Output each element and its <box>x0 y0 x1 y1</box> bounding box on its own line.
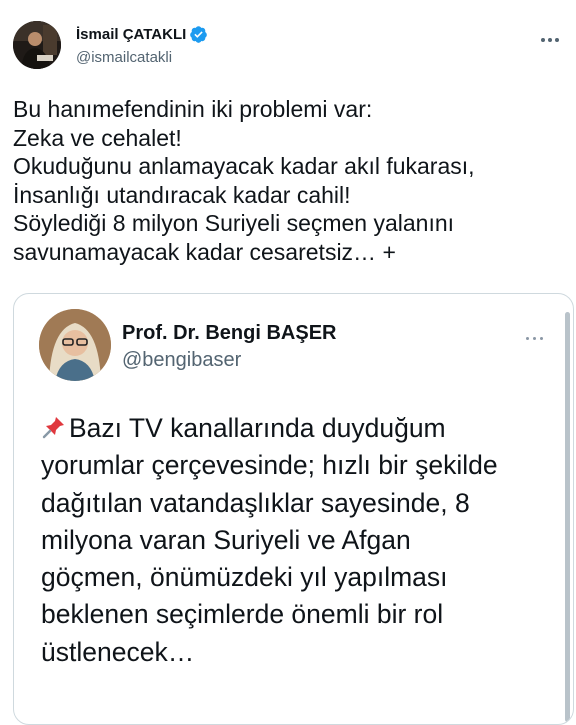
quoted-line: dağıtılan vatandaşlıklar sayesinde, 8 <box>41 487 470 518</box>
quoted-line: beklenen seçimlerde önemli bir rol <box>41 599 444 630</box>
tweet-line: Okuduğunu anlamayacak kadar akıl fukaras… <box>13 153 475 179</box>
quoted-line: üstlenecek… <box>41 636 195 667</box>
author-display-name[interactable]: İsmail ÇATAKLI <box>76 26 186 43</box>
author-name-row: İsmail ÇATAKLI <box>76 25 208 44</box>
verified-badge-icon <box>189 25 208 44</box>
tweet-line: savunamayacak kadar cesaretsiz… + <box>13 238 396 265</box>
quoted-tweet-card[interactable]: Prof. Dr. Bengi BAŞER @bengibaser Bazı T… <box>13 293 574 725</box>
profile-photo-icon <box>13 21 61 69</box>
tweet-line: Zeka ve cehalet! <box>13 124 182 151</box>
more-options-button[interactable] <box>536 24 564 52</box>
quoted-line: Bazı TV kanallarında duyduğum <box>69 413 446 443</box>
tweet-text: Bu hanımefendinin iki problemi var: Zeka… <box>13 95 563 266</box>
scrollbar[interactable] <box>565 312 570 722</box>
quoted-profile-photo-icon <box>39 309 111 381</box>
quoted-more-dots-icon <box>524 327 545 345</box>
author-avatar[interactable] <box>13 21 61 69</box>
quoted-line: yorumlar çerçevesinde; hızlı bir şekilde <box>41 450 498 481</box>
pushpin-icon <box>41 413 67 439</box>
tweet-line: Söylediği 8 milyon Suriyeli seçmen yalan… <box>13 210 455 236</box>
quoted-line: göçmen, önümüzdeki yıl yapılması <box>41 562 448 593</box>
tweet-line: İnsanlığı utandıracak kadar cahil! <box>13 181 351 208</box>
quoted-more-options-button[interactable] <box>519 326 549 346</box>
more-dots-icon <box>540 29 561 47</box>
quoted-tweet-text: Bazı TV kanallarında duyduğum yorumlar ç… <box>41 410 561 671</box>
tweet-line: Bu hanımefendinin iki problemi var: <box>13 96 373 122</box>
quoted-author-handle[interactable]: @bengibaser <box>122 349 241 372</box>
quoted-author-name[interactable]: Prof. Dr. Bengi BAŞER <box>122 322 336 345</box>
tweet: İsmail ÇATAKLI @ismailcatakli Bu hanımef… <box>0 0 576 725</box>
author-handle[interactable]: @ismailcatakli <box>76 49 172 66</box>
quoted-line: milyona varan Suriyeli ve Afgan <box>41 524 411 555</box>
quoted-author-avatar[interactable] <box>39 309 111 381</box>
